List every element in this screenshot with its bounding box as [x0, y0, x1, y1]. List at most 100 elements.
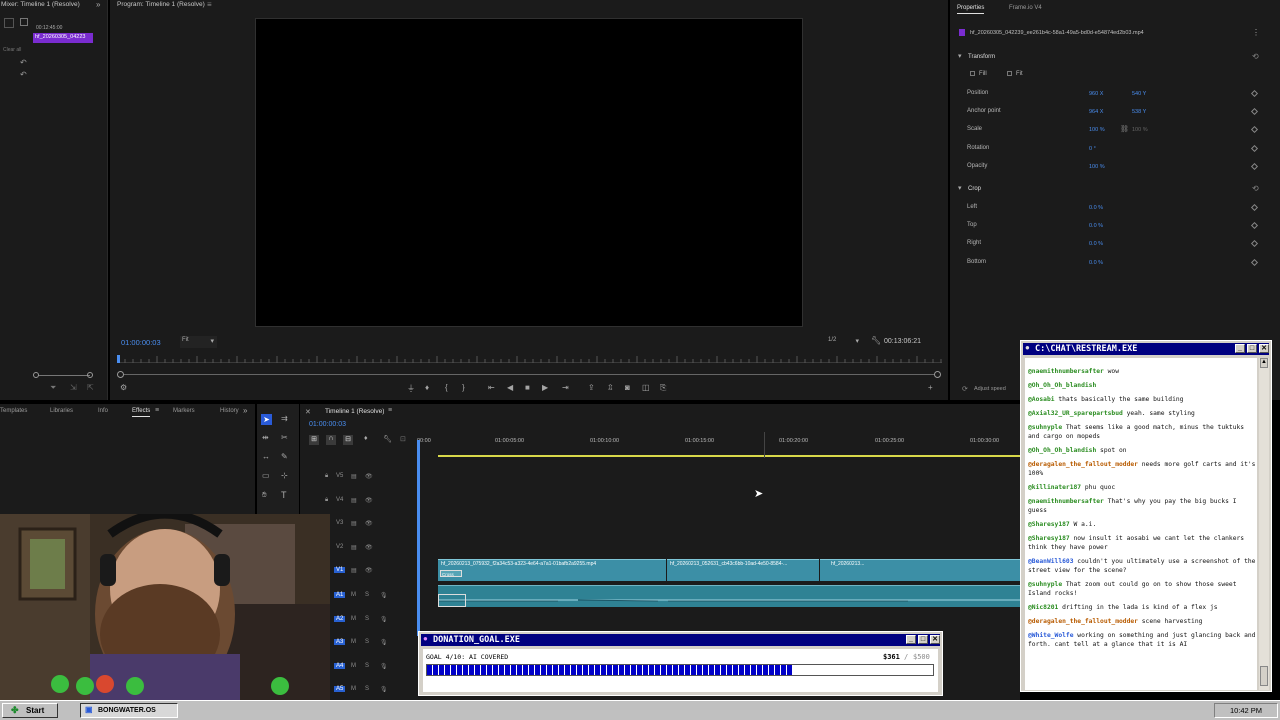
start-button[interactable]: ✤ Start	[2, 703, 58, 718]
mic-icon[interactable]: 🎙︎	[380, 663, 388, 670]
resolution-dropdown[interactable]: 1/2 ▾	[826, 336, 862, 348]
settings-icon[interactable]: ⚙︎	[120, 383, 127, 392]
rectangle-icon[interactable]: ▭	[262, 471, 270, 480]
chevron-down-icon[interactable]: ▾	[958, 52, 962, 60]
chevron-down-icon[interactable]: ▾	[958, 184, 962, 192]
lock-icon[interactable]: 🔒︎	[325, 473, 328, 480]
chat-username[interactable]: @deragalen_the_fallout_modder	[1028, 618, 1138, 625]
sync-icon[interactable]: ▤	[351, 520, 357, 527]
crop-bottom-value[interactable]: 0.0 %	[1089, 260, 1103, 266]
track-label[interactable]: A5	[334, 686, 346, 692]
chat-username[interactable]: @Aosabi	[1028, 396, 1055, 403]
stop-icon[interactable]: ■	[525, 383, 530, 392]
chat-username[interactable]: @Sharesy187	[1028, 521, 1070, 528]
slip-icon[interactable]: ↔	[262, 452, 270, 461]
track-label[interactable]: A3	[334, 639, 346, 645]
opacity-value[interactable]: 100 %	[1089, 164, 1105, 170]
wrench-icon[interactable]: 🔧︎	[383, 435, 392, 443]
close-button[interactable]: ✕	[1259, 344, 1269, 353]
insert-icon[interactable]: ⇲	[70, 383, 77, 392]
list-view-icon[interactable]	[4, 18, 14, 28]
tab-effects[interactable]: Effects	[132, 408, 151, 417]
maximize-button[interactable]: □	[1247, 344, 1257, 353]
track-label[interactable]: A4	[334, 663, 346, 669]
extract-icon[interactable]: ⇫	[607, 383, 614, 392]
more-menu-icon[interactable]: ⋮	[1252, 28, 1260, 37]
minimize-button[interactable]: _	[1235, 344, 1245, 353]
crop-top-value[interactable]: 0.0 %	[1089, 223, 1103, 229]
mark-in-icon[interactable]: ⏚	[407, 383, 415, 394]
scale-value[interactable]: 100 %	[1089, 127, 1105, 133]
go-to-in-icon[interactable]: ⇤	[488, 383, 495, 392]
audio-transition[interactable]	[438, 594, 466, 607]
ripple-edit-icon[interactable]: ⇹	[262, 433, 269, 442]
selection-tool-icon[interactable]: ➤	[261, 414, 272, 425]
eye-icon[interactable]: 👁︎	[365, 497, 373, 504]
close-icon[interactable]: ✕	[305, 408, 311, 416]
overwrite-icon[interactable]: ⇱	[87, 383, 94, 392]
more-tabs-icon[interactable]: »	[243, 406, 247, 415]
fit-button[interactable]: Fit	[1016, 71, 1023, 77]
fill-button[interactable]: Fill	[979, 71, 987, 77]
timeline-playhead[interactable]	[417, 440, 420, 636]
solo-icon[interactable]: S	[365, 663, 369, 669]
tab-info[interactable]: Info	[98, 408, 108, 414]
clip-item[interactable]: hf_20260305_04223	[33, 33, 93, 43]
scroll-handle-right[interactable]	[87, 372, 93, 378]
cross-transition[interactable]: Cross	[440, 570, 462, 577]
lock-icon[interactable]: 🔒︎	[325, 497, 328, 504]
reset-transform-icon[interactable]: ⟲	[1252, 52, 1259, 61]
crop-right-value[interactable]: 0.0 %	[1089, 241, 1103, 247]
program-menu-icon[interactable]: ≡	[207, 0, 212, 9]
program-zoom-bar[interactable]	[117, 374, 940, 375]
chat-username[interactable]: @suhnyple	[1028, 424, 1062, 431]
solo-icon[interactable]: S	[365, 686, 369, 692]
sync-icon[interactable]: ▤	[351, 473, 357, 480]
razor-icon[interactable]: ✂︎	[281, 433, 288, 442]
mute-icon[interactable]: M	[351, 639, 356, 645]
chat-username[interactable]: @Oh_Oh_Oh_blandish	[1028, 447, 1096, 454]
program-ruler[interactable]	[116, 355, 942, 363]
eye-icon[interactable]: 👁︎	[365, 544, 373, 551]
scroll-thumb[interactable]	[1260, 666, 1268, 686]
video-clip[interactable]: hf_20260213_075932_f2a34c53-a323-4e64-a7…	[438, 559, 666, 581]
eye-icon[interactable]: 👁︎	[365, 473, 373, 480]
fit-icon[interactable]	[1007, 71, 1012, 76]
grid-view-icon[interactable]	[20, 18, 28, 26]
mic-icon[interactable]: 🎙︎	[380, 616, 388, 623]
position-x-value[interactable]: 960 X	[1089, 91, 1103, 97]
keyframe-position-icon[interactable]	[1250, 89, 1259, 98]
chat-username[interactable]: @naemithnumbersafter	[1028, 498, 1104, 505]
chat-username[interactable]: @Oh_Oh_Oh_blandish	[1028, 382, 1096, 389]
anchor-y-value[interactable]: 538 Y	[1132, 109, 1146, 115]
timeline-timecode[interactable]: 01:00:00:03	[309, 421, 346, 428]
chat-username[interactable]: @deragalen_the_fallout_modder	[1028, 461, 1138, 468]
timeline-ruler[interactable]: 00:00 01:00:05:00 01:00:10:00 01:00:15:0…	[417, 434, 1020, 454]
scroll-up-icon[interactable]: ▲	[1260, 358, 1268, 368]
linked-selection-icon[interactable]: ∩	[326, 435, 336, 445]
speed-icon[interactable]: ⟳	[962, 385, 968, 393]
playhead-marker[interactable]	[117, 355, 120, 363]
mute-icon[interactable]: M	[351, 592, 356, 598]
eye-icon[interactable]: 👁︎	[365, 567, 373, 574]
out-point-icon[interactable]: }	[462, 383, 465, 392]
chat-username[interactable]: @suhnyple	[1028, 581, 1062, 588]
captions-icon[interactable]: ⊡	[400, 435, 406, 443]
minimize-button[interactable]: _	[906, 635, 916, 644]
audio-clip[interactable]	[438, 585, 1020, 607]
tab-history[interactable]: History	[220, 408, 239, 414]
chat-username[interactable]: @White_Wolfe	[1028, 632, 1074, 639]
add-marker-icon[interactable]: ♦	[364, 435, 368, 442]
zoom-handle-right[interactable]	[934, 371, 941, 378]
donation-title-bar[interactable]: ● DONATION_GOAL.EXE _ □ ✕	[421, 634, 940, 646]
crop-left-value[interactable]: 0.0 %	[1089, 205, 1103, 211]
solo-icon[interactable]: S	[365, 592, 369, 598]
chat-scrollbar[interactable]: ▲	[1259, 358, 1269, 690]
close-button[interactable]: ✕	[930, 635, 940, 644]
mute-icon[interactable]: M	[351, 663, 356, 669]
source-scrollbar[interactable]	[38, 375, 90, 376]
chat-username[interactable]: @Sharesy187	[1028, 535, 1070, 542]
redo-icon[interactable]: ↶	[20, 70, 27, 79]
nest-icon[interactable]: ⊟	[343, 435, 353, 445]
compare-icon[interactable]: ◫	[642, 383, 650, 392]
